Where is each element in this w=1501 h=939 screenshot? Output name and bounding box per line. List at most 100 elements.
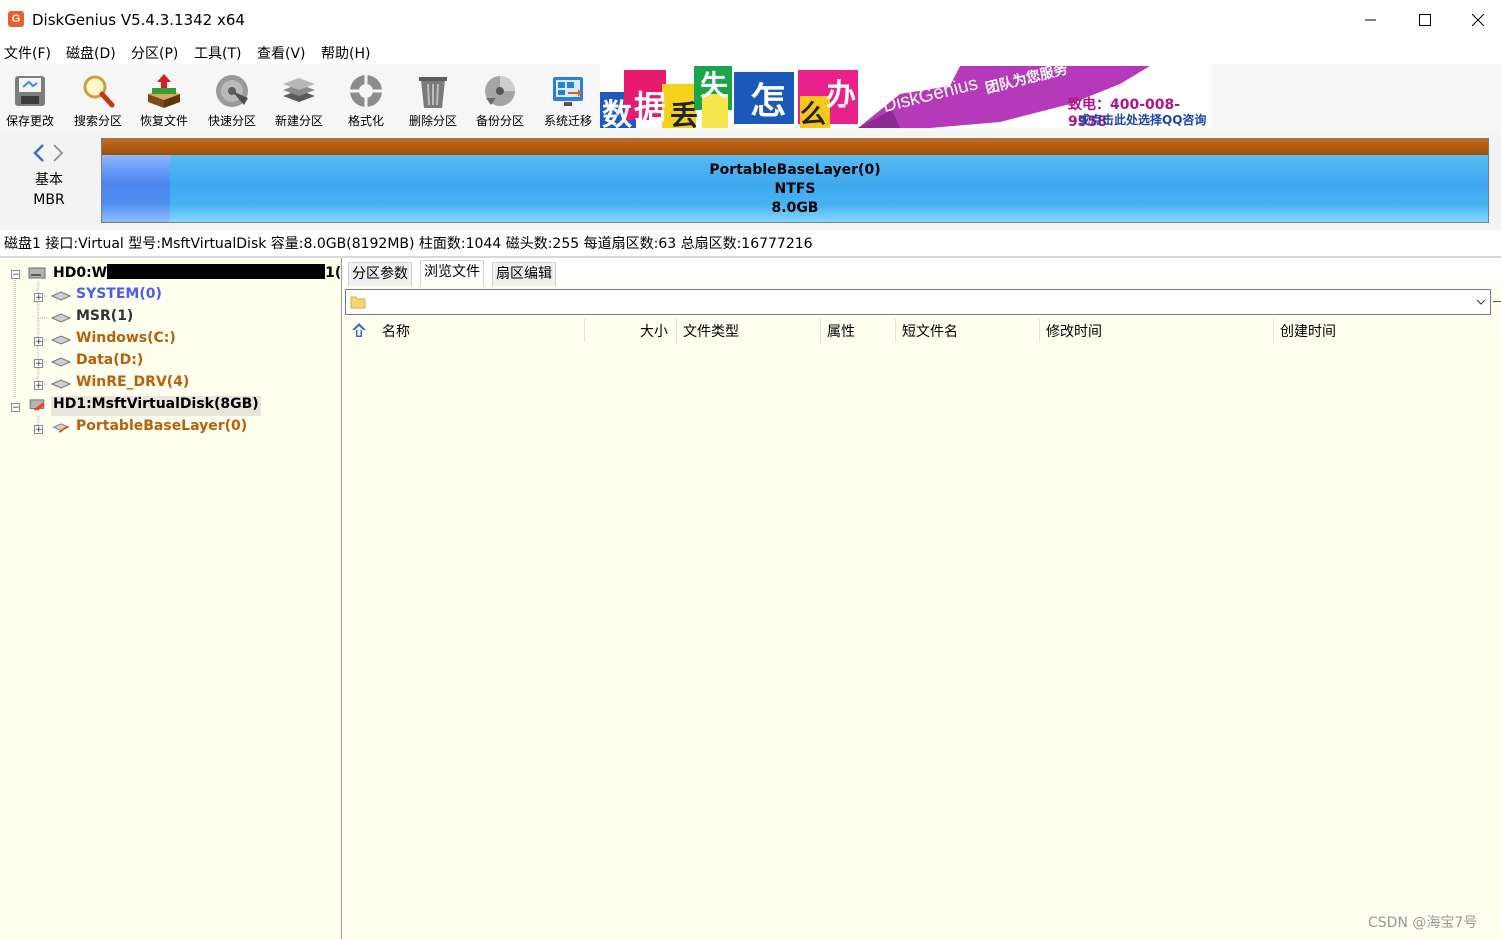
maximize-button[interactable] — [1402, 4, 1448, 36]
partition-fs: NTFS — [774, 181, 816, 197]
path-input[interactable] — [370, 292, 1464, 312]
column-divider[interactable] — [1039, 318, 1040, 342]
column-divider[interactable] — [584, 318, 585, 342]
tree-disk-hd1[interactable]: HD1:MsftVirtualDisk(8GB) — [51, 396, 261, 416]
tree-disk-label: HD0:W — [53, 265, 108, 281]
tab-strip: 分区参数 浏览文件 扇区编辑 — [343, 258, 1501, 286]
partition-bar-header — [102, 139, 1488, 155]
quick-partition-icon — [216, 75, 248, 107]
column-divider[interactable] — [895, 318, 896, 342]
menu-view[interactable]: 查看(V) — [257, 43, 306, 63]
save-changes-button[interactable]: 保存更改 — [0, 66, 62, 128]
recover-file-icon — [148, 74, 180, 108]
column-divider[interactable] — [1273, 318, 1274, 342]
tree-expand-toggle[interactable]: + — [34, 425, 43, 435]
ad-char: 丢 — [670, 99, 699, 128]
column-divider[interactable] — [676, 318, 677, 342]
disk-type-label: 基本 MBR — [18, 170, 80, 210]
tree-partition-msr[interactable]: MSR(1) — [76, 308, 133, 328]
toolbar-label: 系统迁移 — [543, 114, 592, 128]
ad-char: 据 — [634, 88, 667, 126]
tree-partition-windows[interactable]: Windows(C:) — [76, 330, 176, 350]
column-short-name[interactable]: 短文件名 — [902, 321, 958, 341]
tree-expand-toggle[interactable]: + — [34, 293, 43, 303]
recover-files-button[interactable]: 恢复文件 — [132, 66, 196, 128]
tree-expand-toggle[interactable]: + — [34, 337, 43, 347]
minimize-button[interactable] — [1348, 4, 1394, 36]
menu-file[interactable]: 文件(F) — [4, 43, 51, 63]
close-button[interactable] — [1455, 4, 1501, 36]
tree-collapse-toggle[interactable]: − — [11, 403, 20, 413]
column-name[interactable]: 名称 — [382, 321, 410, 341]
ad-banner[interactable]: 数 据 丢 失 怎 么 办 ! DiskGenius 团队为您服务 致电：400… — [600, 64, 1211, 128]
tree-partition-winre[interactable]: WinRE_DRV(4) — [76, 374, 189, 394]
ad-char: 么 — [800, 100, 827, 128]
minimize-icon — [1365, 19, 1376, 21]
menu-help[interactable]: 帮助(H) — [321, 43, 370, 63]
tab-partition-params[interactable]: 分区参数 — [348, 262, 412, 286]
toolbar-label: 备份分区 — [475, 114, 524, 128]
tree-partition-portablebaselayer[interactable]: PortableBaseLayer(0) — [76, 418, 247, 438]
search-icon — [83, 75, 115, 108]
partition-icon — [51, 291, 71, 301]
watermark: CSDN @海宝7号 — [1368, 915, 1478, 931]
column-modified-time[interactable]: 修改时间 — [1046, 321, 1102, 341]
menu-partition[interactable]: 分区(P) — [131, 43, 178, 63]
tree-disk-hd0[interactable]: HD0:W 1( — [53, 264, 341, 284]
title-bar: G DiskGenius V5.4.3.1342 x64 — [0, 0, 1501, 40]
tree-collapse-toggle[interactable]: − — [11, 270, 20, 280]
ad-qq: 或点击此处选择QQ咨询 — [1078, 113, 1207, 127]
partition-icon — [52, 423, 70, 433]
quick-partition-button[interactable]: 快速分区 — [200, 66, 264, 128]
ad-char: 失 — [700, 69, 729, 102]
column-size[interactable]: 大小 — [640, 321, 668, 341]
system-migration-button[interactable]: 系统迁移 — [536, 66, 600, 128]
save-icon — [15, 76, 45, 106]
format-button[interactable]: 格式化 — [334, 66, 398, 128]
new-partition-button[interactable]: 新建分区 — [267, 66, 331, 128]
path-combo[interactable] — [345, 289, 1491, 315]
partition-icon — [51, 335, 71, 345]
partition-bar[interactable]: PortableBaseLayer(0) NTFS 8.0GB — [101, 138, 1489, 223]
folder-icon — [350, 296, 366, 309]
disk-type-mbr: MBR — [33, 192, 65, 208]
menu-tools[interactable]: 工具(T) — [194, 43, 241, 63]
up-directory-icon[interactable] — [351, 322, 367, 338]
chevron-down-icon[interactable] — [1476, 298, 1486, 306]
column-file-type[interactable]: 文件类型 — [683, 321, 739, 341]
column-divider[interactable] — [820, 318, 821, 342]
tree-expand-toggle[interactable]: + — [34, 359, 43, 369]
partition-bar-label: PortableBaseLayer(0) NTFS 8.0GB — [102, 161, 1488, 218]
toolbar-label: 保存更改 — [5, 114, 54, 128]
file-list-body[interactable] — [343, 342, 1501, 939]
delete-partition-icon — [419, 77, 447, 108]
disk-type-basic: 基本 — [35, 172, 63, 188]
toolbar-label: 快速分区 — [207, 114, 256, 128]
right-panel: 分区参数 浏览文件 扇区编辑 名称 大小 文件类型 属性 短文件名 修改时间 创… — [343, 258, 1501, 939]
search-partition-button[interactable]: 搜索分区 — [66, 66, 130, 128]
format-icon — [350, 75, 382, 107]
prev-disk-arrow-icon[interactable] — [33, 144, 44, 162]
tab-browse-files[interactable]: 浏览文件 — [420, 260, 484, 286]
toolbar-label: 格式化 — [347, 114, 384, 128]
disk-tree-panel: − HD0:W 1( + SYSTEM(0) MSR(1) + Windows(C… — [0, 258, 342, 939]
new-partition-icon — [283, 78, 315, 102]
tree-partition-system[interactable]: SYSTEM(0) — [76, 286, 162, 306]
maximize-icon — [1419, 14, 1431, 26]
tree-partition-data[interactable]: Data(D:) — [76, 352, 143, 372]
partition-size: 8.0GB — [771, 200, 819, 216]
app-icon: G — [8, 11, 24, 27]
toolbar-label: 恢复文件 — [139, 114, 188, 128]
ad-char: 怎 — [750, 81, 787, 122]
disk-nav — [32, 144, 66, 162]
menu-disk[interactable]: 磁盘(D) — [66, 43, 116, 63]
tab-sector-editor[interactable]: 扇区编辑 — [492, 262, 556, 286]
column-created-time[interactable]: 创建时间 — [1280, 321, 1336, 341]
column-attributes[interactable]: 属性 — [827, 321, 855, 341]
tree-expand-toggle[interactable]: + — [34, 381, 43, 391]
delete-partition-button[interactable]: 删除分区 — [401, 66, 465, 128]
next-disk-arrow-icon[interactable] — [53, 144, 64, 162]
backup-partition-icon — [485, 76, 515, 106]
backup-partition-button[interactable]: 备份分区 — [468, 66, 532, 128]
file-list-header: 名称 大小 文件类型 属性 短文件名 修改时间 创建时间 — [343, 318, 1501, 342]
